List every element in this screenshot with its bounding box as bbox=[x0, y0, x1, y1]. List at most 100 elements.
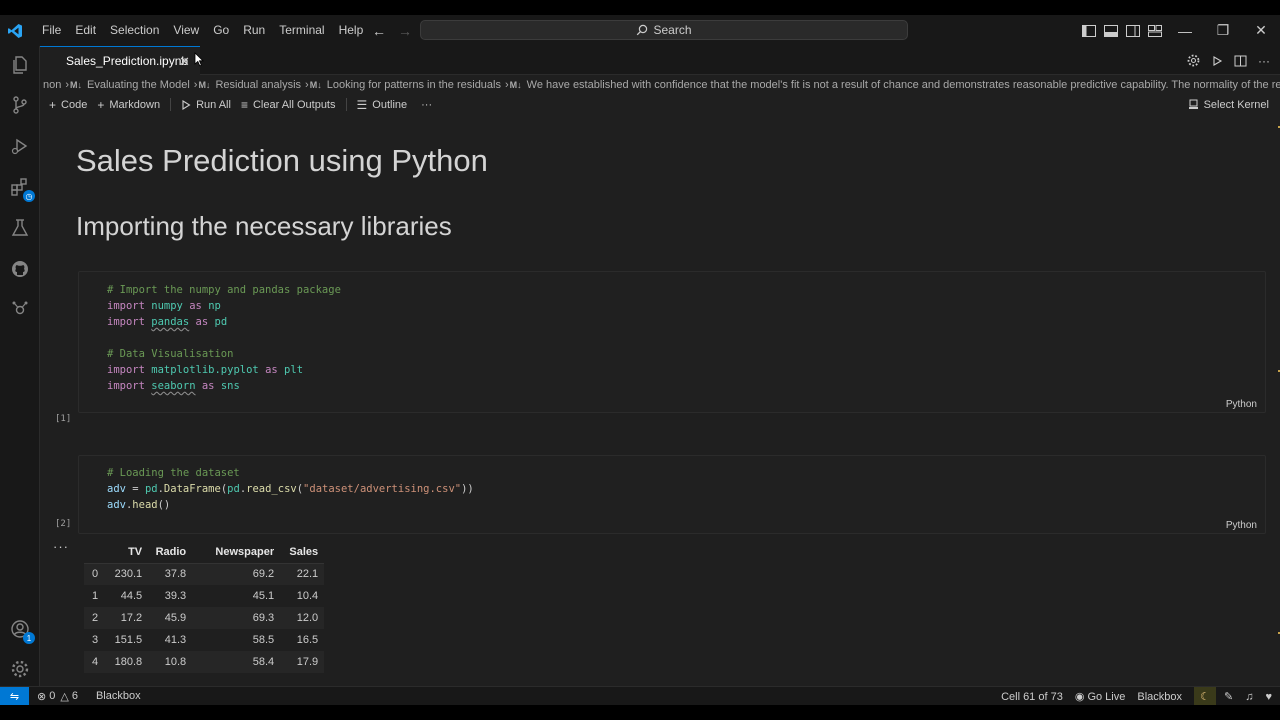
menu-selection[interactable]: Selection bbox=[103, 15, 166, 46]
back-arrow-icon[interactable]: ← bbox=[372, 23, 386, 39]
table-row: 1 44.5 39.3 45.1 10.4 bbox=[84, 585, 324, 607]
menu-run[interactable]: Run bbox=[236, 15, 272, 46]
remote-indicator-icon[interactable]: ⇋ bbox=[0, 686, 29, 705]
markdown-cell-icon: M↓ bbox=[509, 80, 522, 90]
forward-arrow-icon[interactable]: → bbox=[398, 23, 412, 39]
menu-file[interactable]: File bbox=[35, 15, 68, 46]
clear-outputs-icon: ≡ bbox=[240, 97, 248, 112]
remote-explorer-icon[interactable] bbox=[8, 297, 32, 321]
toggle-primary-sidebar-icon[interactable] bbox=[1081, 24, 1097, 38]
go-live-button[interactable]: ◉ Go Live bbox=[1075, 690, 1126, 704]
menu-view[interactable]: View bbox=[166, 15, 206, 46]
tab-sales-prediction[interactable]: Sales_Prediction.ipynb ✕ bbox=[40, 46, 200, 75]
notebook-editor: Sales Prediction using Python Importing … bbox=[40, 114, 1280, 686]
cell-language-label[interactable]: Python bbox=[1226, 520, 1257, 531]
breadcrumb-item[interactable]: non bbox=[40, 79, 64, 91]
plus-icon: + bbox=[49, 97, 57, 112]
close-window-icon[interactable]: ✕ bbox=[1242, 15, 1280, 46]
command-center-search[interactable]: Search bbox=[420, 20, 908, 40]
editor-actions: ··· bbox=[1187, 46, 1270, 75]
run-debug-icon[interactable] bbox=[8, 134, 32, 158]
table-cell: 17.2 bbox=[104, 607, 149, 629]
table-cell: 58.5 bbox=[252, 634, 275, 646]
source-control-icon[interactable] bbox=[8, 93, 32, 117]
restore-icon[interactable]: ❐ bbox=[1204, 15, 1242, 46]
customize-layout-icon[interactable] bbox=[1147, 24, 1163, 38]
breadcrumb-item[interactable]: Looking for patterns in the residuals bbox=[324, 79, 504, 91]
menu-terminal[interactable]: Terminal bbox=[272, 15, 331, 46]
github-icon[interactable] bbox=[8, 257, 32, 281]
cell-position-label: Cell 61 of 73 bbox=[1001, 690, 1063, 703]
outline-button[interactable]: ☰ Outline bbox=[357, 98, 408, 112]
toolbar-more-button[interactable]: ··· bbox=[421, 99, 432, 111]
clear-all-outputs-button[interactable]: ≡ Clear All Outputs bbox=[241, 98, 336, 112]
problems-indicator[interactable]: ⊗ 0 △ 6 bbox=[37, 690, 78, 703]
minimize-icon[interactable]: — bbox=[1166, 15, 1204, 46]
toggle-panel-icon[interactable] bbox=[1103, 24, 1119, 38]
extensions-icon[interactable]: ◷ bbox=[8, 175, 35, 202]
menu-bar: File Edit Selection View Go Run Terminal… bbox=[35, 15, 370, 46]
table-cell: 39.3 bbox=[164, 590, 187, 602]
blackbox-status-right[interactable]: Blackbox bbox=[1137, 691, 1182, 703]
run-all-button[interactable]: Run All bbox=[181, 99, 231, 111]
code-cell-2[interactable]: # Loading the dataset adv = pd.DataFrame… bbox=[78, 455, 1266, 534]
column-header: TV bbox=[104, 541, 149, 564]
select-kernel-button[interactable]: Select Kernel bbox=[1188, 95, 1269, 114]
column-header bbox=[84, 541, 105, 564]
output-more-actions-icon[interactable]: ··· bbox=[53, 539, 69, 554]
status-bar-right: Cell 61 of 73 ◉ Go Live Blackbox ☾ ✎ ♫ ♥ bbox=[1001, 687, 1280, 705]
code-editor[interactable]: # Loading the dataset adv = pd.DataFrame… bbox=[107, 465, 474, 513]
cell-language-label[interactable]: Python bbox=[1226, 399, 1257, 410]
row-index: 0 bbox=[84, 563, 105, 585]
breadcrumb-item[interactable]: We have established with confidence that… bbox=[524, 79, 1280, 91]
breadcrumb-item[interactable]: Residual analysis bbox=[212, 79, 304, 91]
split-editor-icon[interactable] bbox=[1234, 55, 1247, 67]
code-cell-1[interactable]: # Import the numpy and pandas package im… bbox=[78, 271, 1266, 413]
testing-icon[interactable] bbox=[8, 216, 32, 240]
explorer-icon[interactable] bbox=[8, 53, 32, 77]
title-bar: File Edit Selection View Go Run Terminal… bbox=[0, 15, 1280, 46]
column-header: Newspaper bbox=[192, 541, 281, 564]
feedback-icon[interactable]: ♥ bbox=[1265, 691, 1272, 703]
manage-gear-icon[interactable] bbox=[8, 657, 32, 681]
error-count: 0 bbox=[49, 690, 56, 702]
go-live-label: Go Live bbox=[1087, 690, 1126, 703]
breadcrumb-item[interactable]: Evaluating the Model bbox=[84, 79, 193, 91]
table-row: 3 151.5 41.3 58.5 16.5 bbox=[84, 629, 324, 651]
menu-edit[interactable]: Edit bbox=[68, 15, 103, 46]
row-index: 1 bbox=[92, 590, 99, 602]
notifications-bell-icon[interactable]: ♫ bbox=[1245, 691, 1253, 703]
breadcrumb: non › M↓ Evaluating the Model › M↓ Resid… bbox=[40, 75, 1280, 95]
window-controls: — ❐ ✕ bbox=[1166, 15, 1280, 46]
section-heading: Importing the necessary libraries bbox=[76, 211, 452, 241]
cell-position-indicator[interactable]: Cell 61 of 73 bbox=[1001, 691, 1063, 703]
column-header: Sales bbox=[280, 541, 325, 564]
notebook-title: Sales Prediction using Python bbox=[76, 143, 488, 178]
blackbox-status-left[interactable]: Blackbox bbox=[96, 690, 141, 702]
code-line: # Import the numpy and pandas package bbox=[107, 284, 341, 296]
table-row: 4 180.8 10.8 58.4 17.9 bbox=[84, 651, 325, 673]
table-row: 2 17.2 45.9 69.3 12.0 bbox=[84, 607, 325, 629]
copilot-icon[interactable]: ✎ bbox=[1224, 690, 1233, 703]
table-cell: 44.5 bbox=[120, 590, 143, 602]
code-editor[interactable]: # Import the numpy and pandas package im… bbox=[107, 282, 341, 394]
menu-go[interactable]: Go bbox=[206, 15, 236, 46]
editor-tabs: Sales_Prediction.ipynb ✕ ··· bbox=[40, 46, 1280, 75]
execution-count: [2] bbox=[55, 519, 72, 529]
more-icon: ··· bbox=[421, 98, 433, 111]
add-markdown-cell-button[interactable]: + Markdown bbox=[97, 98, 160, 112]
toolbar-divider bbox=[345, 98, 347, 111]
more-actions-icon[interactable]: ··· bbox=[1258, 54, 1270, 68]
table-cell: 45.1 bbox=[252, 590, 275, 602]
moon-icon[interactable]: ☾ bbox=[1194, 687, 1216, 705]
close-icon[interactable]: ✕ bbox=[179, 54, 190, 70]
add-code-cell-button[interactable]: + Code bbox=[49, 98, 87, 112]
accounts-icon[interactable]: 1 bbox=[8, 617, 35, 644]
run-play-icon[interactable] bbox=[1211, 55, 1223, 67]
error-icon: ⊗ bbox=[37, 690, 47, 703]
toggle-secondary-sidebar-icon[interactable] bbox=[1125, 24, 1141, 38]
notebook-settings-gear-icon[interactable] bbox=[1187, 54, 1200, 67]
table-cell: 41.3 bbox=[164, 634, 187, 646]
column-header: Radio bbox=[148, 541, 193, 564]
menu-help[interactable]: Help bbox=[332, 15, 371, 46]
